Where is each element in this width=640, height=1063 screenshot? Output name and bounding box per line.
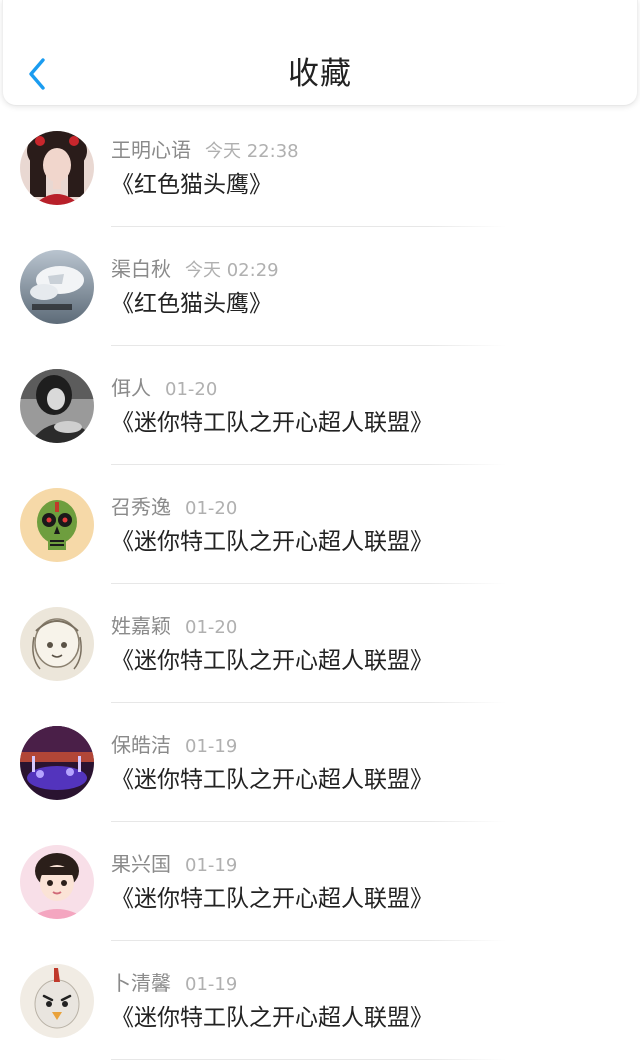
user-name: 佴人 bbox=[111, 376, 151, 400]
list-item[interactable]: 卜清馨 01-19 《迷你特工队之开心超人联盟》 bbox=[0, 944, 640, 1063]
divider bbox=[111, 345, 506, 346]
item-meta: 果兴国 01-19 bbox=[111, 850, 237, 878]
work-title: 《迷你特工队之开心超人联盟》 bbox=[111, 1005, 433, 1031]
work-title: 《迷你特工队之开心超人联盟》 bbox=[111, 648, 433, 674]
avatar[interactable] bbox=[20, 131, 94, 205]
list-item[interactable]: 保皓洁 01-19 《迷你特工队之开心超人联盟》 bbox=[0, 706, 640, 825]
divider bbox=[111, 583, 506, 584]
divider bbox=[111, 702, 506, 703]
list-item[interactable]: 渠白秋 今天 02:29 《红色猫头鹰》 bbox=[0, 230, 640, 349]
item-meta: 保皓洁 01-19 bbox=[111, 731, 237, 759]
work-title: 《迷你特工队之开心超人联盟》 bbox=[111, 410, 433, 436]
user-name: 果兴国 bbox=[111, 852, 171, 876]
item-meta: 姓嘉颖 01-20 bbox=[111, 612, 237, 640]
item-meta: 渠白秋 今天 02:29 bbox=[111, 255, 279, 283]
avatar[interactable] bbox=[20, 250, 94, 324]
work-title: 《迷你特工队之开心超人联盟》 bbox=[111, 767, 433, 793]
avatar[interactable] bbox=[20, 964, 94, 1038]
timestamp: 01-20 bbox=[185, 617, 238, 638]
list-item[interactable]: 王明心语 今天 22:38 《红色猫头鹰》 bbox=[0, 111, 640, 230]
user-name: 王明心语 bbox=[111, 138, 191, 162]
divider bbox=[111, 940, 506, 941]
timestamp: 01-19 bbox=[185, 736, 238, 757]
work-title: 《迷你特工队之开心超人联盟》 bbox=[111, 529, 433, 555]
user-name: 保皓洁 bbox=[111, 733, 171, 757]
favorites-list: 王明心语 今天 22:38 《红色猫头鹰》 渠白秋 今天 02:29 《红色猫头… bbox=[0, 111, 640, 1063]
timestamp: 01-19 bbox=[185, 855, 238, 876]
user-name: 姓嘉颖 bbox=[111, 614, 171, 638]
item-meta: 卜清馨 01-19 bbox=[111, 969, 237, 997]
timestamp: 01-20 bbox=[185, 498, 238, 519]
timestamp: 今天 22:38 bbox=[205, 141, 299, 162]
avatar[interactable] bbox=[20, 488, 94, 562]
top-nav-bar: 收藏 bbox=[2, 0, 638, 106]
timestamp: 01-19 bbox=[185, 974, 238, 995]
divider bbox=[111, 1059, 506, 1060]
work-title: 《迷你特工队之开心超人联盟》 bbox=[111, 886, 433, 912]
item-meta: 王明心语 今天 22:38 bbox=[111, 136, 299, 164]
avatar[interactable] bbox=[20, 607, 94, 681]
page-title: 收藏 bbox=[288, 56, 352, 92]
divider bbox=[111, 226, 506, 227]
list-item[interactable]: 佴人 01-20 《迷你特工队之开心超人联盟》 bbox=[0, 349, 640, 468]
divider bbox=[111, 821, 506, 822]
user-name: 召秀逸 bbox=[111, 495, 171, 519]
list-item[interactable]: 召秀逸 01-20 《迷你特工队之开心超人联盟》 bbox=[0, 468, 640, 587]
work-title: 《红色猫头鹰》 bbox=[111, 172, 272, 198]
item-meta: 佴人 01-20 bbox=[111, 374, 217, 402]
user-name: 渠白秋 bbox=[111, 257, 171, 281]
timestamp: 01-20 bbox=[165, 379, 218, 400]
avatar[interactable] bbox=[20, 369, 94, 443]
list-item[interactable]: 果兴国 01-19 《迷你特工队之开心超人联盟》 bbox=[0, 825, 640, 944]
avatar[interactable] bbox=[20, 845, 94, 919]
timestamp: 今天 02:29 bbox=[185, 260, 279, 281]
item-meta: 召秀逸 01-20 bbox=[111, 493, 237, 521]
user-name: 卜清馨 bbox=[111, 971, 171, 995]
work-title: 《红色猫头鹰》 bbox=[111, 291, 272, 317]
avatar[interactable] bbox=[20, 726, 94, 800]
list-item[interactable]: 姓嘉颖 01-20 《迷你特工队之开心超人联盟》 bbox=[0, 587, 640, 706]
divider bbox=[111, 464, 506, 465]
